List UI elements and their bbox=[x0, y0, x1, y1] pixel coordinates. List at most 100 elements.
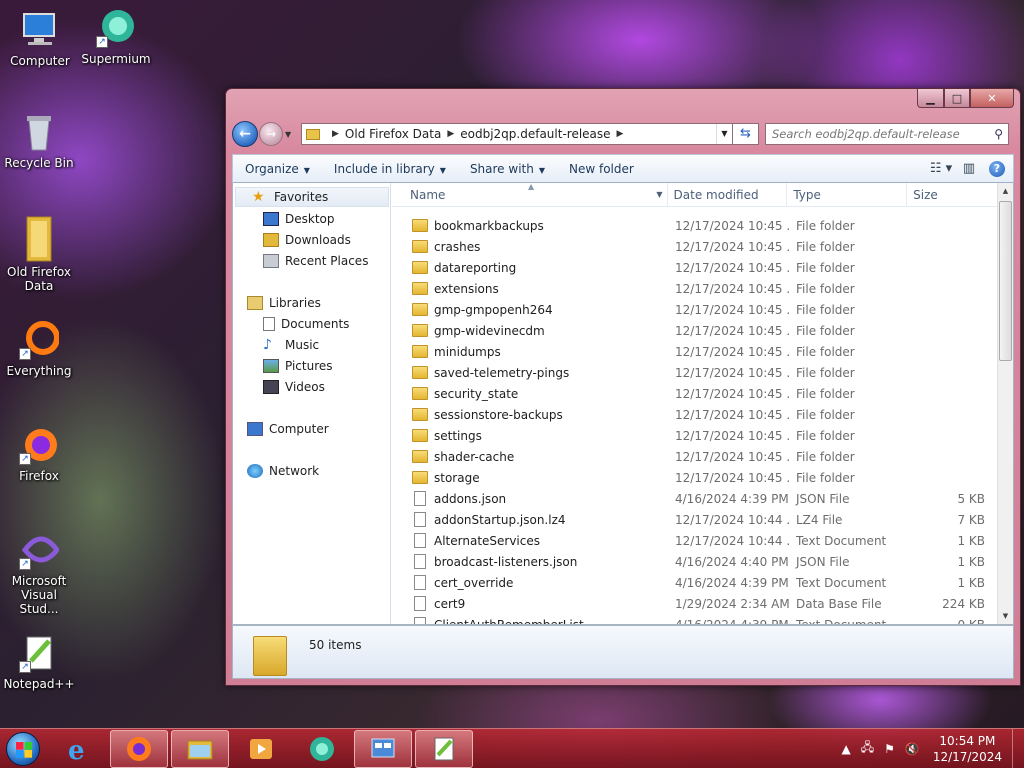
column-type[interactable]: Type bbox=[787, 183, 908, 207]
recent-pages-dropdown[interactable]: ▼ bbox=[285, 130, 297, 139]
back-button[interactable]: ← bbox=[232, 121, 258, 147]
desktop-icon-label: Computer bbox=[10, 54, 70, 68]
taskbar-supermium[interactable] bbox=[293, 730, 351, 768]
scroll-down-icon[interactable]: ▼ bbox=[998, 608, 1013, 624]
refresh-button[interactable]: ⇆ bbox=[733, 123, 759, 145]
file-row[interactable]: bookmarkbackups 12/17/2024 10:45 ... File … bbox=[392, 215, 997, 236]
nav-network[interactable]: Network bbox=[247, 461, 319, 481]
nav-downloads-label: Downloads bbox=[285, 233, 351, 247]
shortcut-arrow-icon: ↗ bbox=[19, 453, 31, 465]
scroll-up-icon[interactable]: ▲ bbox=[998, 183, 1013, 199]
file-name-cell: addonStartup.json.lz4 bbox=[392, 512, 668, 527]
file-type: File folder bbox=[796, 218, 855, 233]
taskbar-internet-explorer[interactable]: e bbox=[49, 730, 107, 768]
column-size[interactable]: Size bbox=[907, 183, 997, 207]
desktop-icon-visual-studio[interactable]: ↗ Microsoft Visual Stud... bbox=[1, 530, 77, 616]
start-button[interactable] bbox=[0, 729, 46, 768]
help-icon[interactable]: ? bbox=[989, 160, 1005, 177]
preview-pane-icon[interactable]: ▥ bbox=[955, 161, 983, 176]
nav-videos[interactable]: Videos bbox=[263, 377, 325, 397]
chevron-right-icon[interactable]: ▶ bbox=[617, 129, 624, 139]
file-row[interactable]: addonStartup.json.lz4 12/17/2024 10:44 ..… bbox=[392, 509, 997, 530]
desktop-icon-recycle-bin[interactable]: Recycle Bin bbox=[1, 112, 77, 170]
file-row[interactable]: cert9 1/29/2024 2:34 AM Data Base File 224 … bbox=[392, 593, 997, 614]
nav-music[interactable]: ♪ Music bbox=[263, 335, 319, 355]
taskbar-notepad-plus-plus[interactable] bbox=[415, 729, 473, 768]
change-view-icon[interactable]: ☷ ▾ bbox=[927, 161, 955, 176]
file-row[interactable]: security_state 12/17/2024 10:45 ... File f… bbox=[392, 383, 997, 404]
address-bar[interactable]: ▶ Old Firefox Data ▶ eodbj2qp.default-re… bbox=[301, 123, 733, 145]
file-row[interactable]: settings 12/17/2024 10:45 ... File folder bbox=[392, 425, 997, 446]
new-folder-button[interactable]: New folder bbox=[557, 162, 646, 176]
desktop-icon-everything[interactable]: ↗ Everything bbox=[1, 320, 77, 378]
file-type: Data Base File bbox=[796, 596, 882, 611]
nav-favorites[interactable]: ★ Favorites bbox=[235, 187, 389, 207]
file-row[interactable]: extensions 12/17/2024 10:45 ... File folde… bbox=[392, 278, 997, 299]
notepad-plus-plus-icon bbox=[434, 737, 454, 760]
organize-button[interactable]: Organize ▼ bbox=[233, 162, 322, 176]
show-desktop-button[interactable] bbox=[1012, 728, 1024, 768]
clock-date: 12/17/2024 bbox=[932, 749, 1002, 764]
forward-button[interactable]: → bbox=[259, 122, 283, 146]
column-name[interactable]: ▲ Name ▼ bbox=[392, 183, 668, 207]
nav-desktop[interactable]: Desktop bbox=[263, 209, 335, 229]
search-icon[interactable]: ⚲ bbox=[994, 127, 1003, 141]
file-name-cell: ClientAuthRememberList bbox=[392, 617, 668, 624]
taskbar-firefox[interactable] bbox=[110, 729, 168, 768]
desktop-icon-supermium[interactable]: ↗ Supermium bbox=[78, 8, 154, 66]
share-with-button[interactable]: Share with ▼ bbox=[458, 162, 557, 176]
file-row[interactable]: sessionstore-backups 12/17/2024 10:45 ...… bbox=[392, 404, 997, 425]
column-name-label: Name bbox=[410, 188, 446, 202]
close-button[interactable]: ✕ bbox=[970, 89, 1014, 108]
chevron-right-icon[interactable]: ▶ bbox=[332, 129, 339, 139]
address-dropdown-icon[interactable]: ▼ bbox=[716, 124, 732, 144]
show-hidden-icons-icon[interactable]: ▲ bbox=[841, 742, 850, 756]
folder-icon bbox=[412, 345, 428, 358]
nav-computer[interactable]: Computer bbox=[247, 419, 329, 439]
column-date-modified[interactable]: Date modified bbox=[668, 183, 788, 207]
nav-desktop-label: Desktop bbox=[285, 212, 335, 226]
file-row[interactable]: AlternateServices 12/17/2024 10:44 ... Tex… bbox=[392, 530, 997, 551]
file-name: cert_override bbox=[434, 575, 514, 590]
breadcrumb-old-firefox-data[interactable]: Old Firefox Data bbox=[345, 127, 441, 141]
nav-documents[interactable]: Documents bbox=[263, 314, 349, 334]
taskbar-explorer[interactable] bbox=[171, 729, 229, 768]
volume-muted-icon[interactable]: 🔇 bbox=[905, 742, 920, 756]
file-date: 12/17/2024 10:45 ... bbox=[675, 407, 789, 422]
network-status-icon[interactable]: 🖧 bbox=[861, 738, 874, 759]
file-row[interactable]: cert_override 4/16/2024 4:39 PM Text Docum… bbox=[392, 572, 997, 593]
action-center-flag-icon[interactable]: ⚑ bbox=[884, 742, 895, 756]
file-row[interactable]: shader-cache 12/17/2024 10:45 ... File fol… bbox=[392, 446, 997, 467]
nav-pictures[interactable]: Pictures bbox=[263, 356, 333, 376]
file-row[interactable]: ClientAuthRememberList 4/16/2024 4:39 PMT… bbox=[392, 614, 997, 624]
file-row[interactable]: storage 12/17/2024 10:45 ... File folder bbox=[392, 467, 997, 488]
minimize-button[interactable]: ▁ bbox=[917, 89, 944, 108]
file-row[interactable]: saved-telemetry-pings 12/17/2024 10:45 ..… bbox=[392, 362, 997, 383]
taskbar-media-player[interactable] bbox=[232, 730, 290, 768]
nav-recent-places[interactable]: Recent Places bbox=[263, 251, 368, 271]
file-row[interactable]: broadcast-listeners.json 4/16/2024 4:40 P… bbox=[392, 551, 997, 572]
clock[interactable]: 10:54 PM 12/17/2024 bbox=[933, 733, 1002, 765]
nav-libraries[interactable]: Libraries bbox=[247, 293, 321, 313]
file-row[interactable]: datareporting 12/17/2024 10:45 ... File fo… bbox=[392, 257, 997, 278]
file-row[interactable]: minidumps 12/17/2024 10:45 ... File folder bbox=[392, 341, 997, 362]
include-in-library-button[interactable]: Include in library ▼ bbox=[322, 162, 458, 176]
file-row[interactable]: gmp-gmpopenh264 12/17/2024 10:45 ... File … bbox=[392, 299, 997, 320]
breadcrumb-profile[interactable]: eodbj2qp.default-release bbox=[460, 127, 610, 141]
file-row[interactable]: addons.json 4/16/2024 4:39 PM JSON File 5 K… bbox=[392, 488, 997, 509]
search-input[interactable]: Search eodbj2qp.default-release ⚲ bbox=[765, 123, 1009, 145]
chevron-right-icon[interactable]: ▶ bbox=[447, 129, 454, 139]
scrollbar-thumb[interactable] bbox=[999, 201, 1012, 361]
desktop-icon-computer[interactable]: Computer bbox=[2, 10, 78, 68]
window-controls: ▁ □ ✕ bbox=[917, 89, 1014, 108]
taskbar-control-panel[interactable] bbox=[354, 729, 412, 768]
file-row[interactable]: gmp-widevinecdm 12/17/2024 10:45 ... File … bbox=[392, 320, 997, 341]
maximize-button[interactable]: □ bbox=[944, 89, 970, 108]
nav-downloads[interactable]: Downloads bbox=[263, 230, 351, 250]
file-name-cell: storage bbox=[392, 471, 668, 485]
vertical-scrollbar[interactable]: ▲ ▼ bbox=[997, 183, 1013, 624]
desktop-icon-notepad-plus-plus[interactable]: ↗ Notepad++ bbox=[1, 633, 77, 691]
file-row[interactable]: crashes 12/17/2024 10:45 ... File folder bbox=[392, 236, 997, 257]
desktop-icon-firefox[interactable]: ↗ Firefox bbox=[1, 425, 77, 483]
desktop-icon-old-firefox-data[interactable]: Old Firefox Data bbox=[1, 215, 77, 293]
